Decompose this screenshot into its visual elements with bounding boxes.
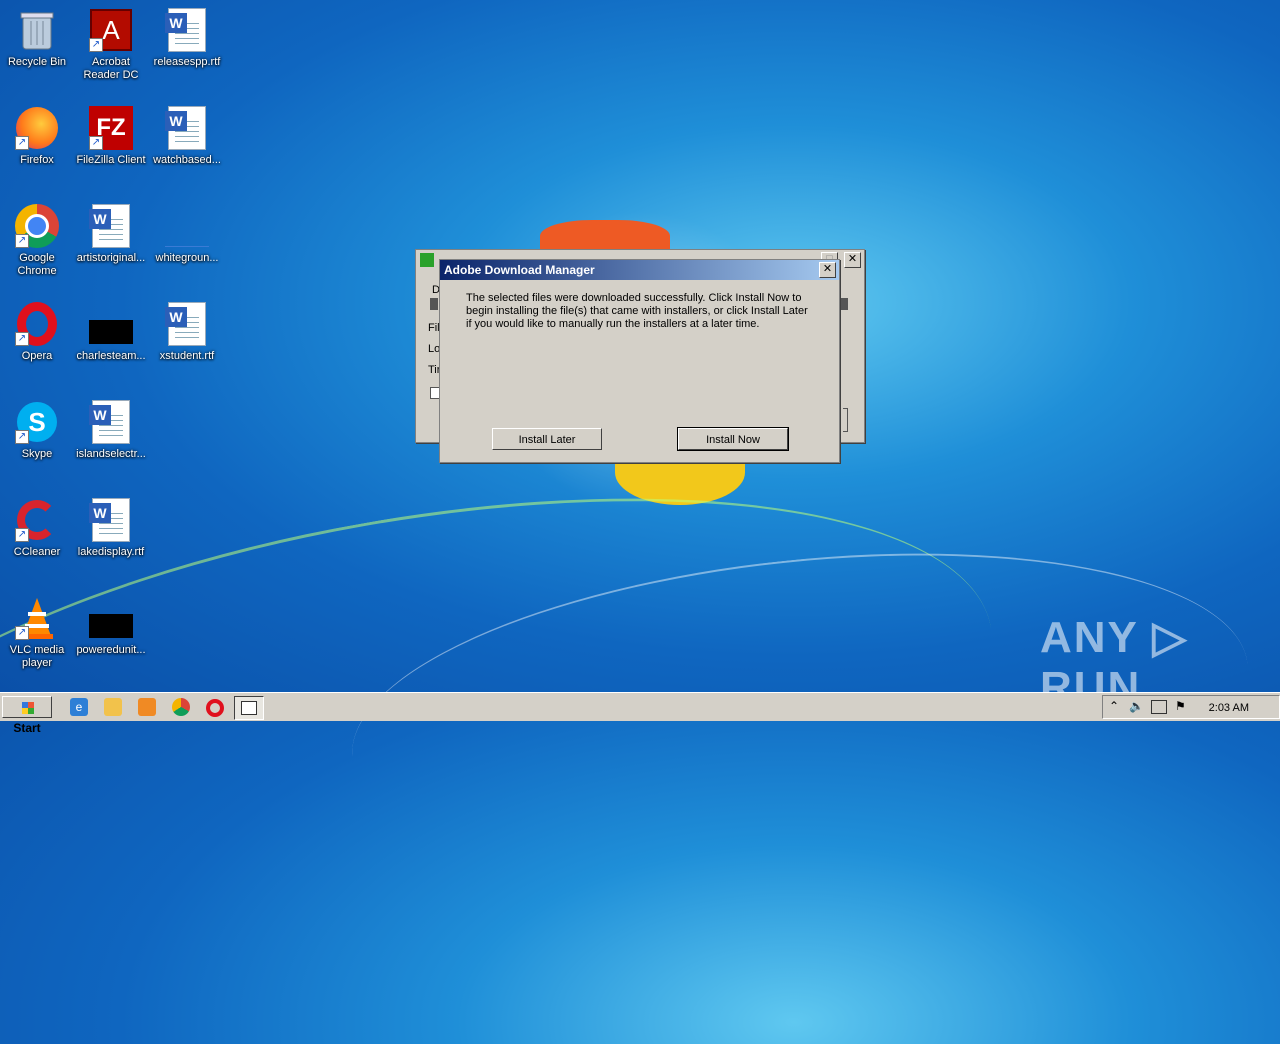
desktop-icon-filezilla[interactable]: FZ ↗ FileZilla Client [74,106,148,167]
hidden-label: Fil [428,322,440,334]
shortcut-arrow-icon: ↗ [15,528,29,542]
icon-label: artistoriginal... [76,252,146,264]
window-icon [241,701,257,715]
adobe-download-manager-dialog[interactable]: Adobe Download Manager ✕ The selected fi… [439,259,840,463]
icon-label: watchbased... [153,154,221,166]
desktop-icon-ccleaner[interactable]: ↗ CCleaner [0,498,74,559]
icon-label: Firefox [20,154,54,166]
desktop-icon-opera[interactable]: ↗ Opera [0,302,74,363]
icon-label: poweredunit... [76,644,146,656]
word-document-icon: W [89,498,133,542]
install-now-button[interactable]: Install Now [677,427,789,451]
desktop-icon-xstudent[interactable]: W xstudent.rtf [150,302,224,363]
chrome-icon: ↗ [15,204,59,248]
icon-label: Acrobat Reader DC [83,56,139,81]
desktop-icon-releasespp[interactable]: W releasespp.rtf [150,8,224,69]
desktop-icon-charlesteam[interactable]: charlesteam... [74,302,148,363]
vlc-icon: ↗ [15,596,59,640]
clock[interactable]: 2:03 AM [1209,702,1249,714]
desktop-icon-islandselectr[interactable]: W islandselectr... [74,400,148,461]
desktop-icon-whitegroun[interactable]: whitegroun... [150,204,224,265]
shortcut-arrow-icon: ↗ [89,38,103,52]
word-document-icon: W [89,204,133,248]
icon-label: charlesteam... [76,350,146,362]
icon-label: Google Chrome [17,252,57,277]
word-document-icon: W [165,8,209,52]
desktop-icon-acrobat[interactable]: A ↗ Acrobat Reader DC [74,8,148,82]
chrome-taskbar-icon[interactable] [172,698,190,716]
ccleaner-icon: ↗ [15,498,59,542]
close-icon[interactable]: ✕ [819,262,836,278]
icon-label: xstudent.rtf [159,350,215,362]
desktop-icon-firefox[interactable]: ↗ Firefox [0,106,74,167]
firefox-icon: ↗ [15,106,59,150]
icon-label: CCleaner [13,546,61,558]
download-arrow-icon [420,253,434,267]
opera-taskbar-icon[interactable] [206,699,224,717]
filezilla-icon: FZ ↗ [89,106,133,150]
network-icon[interactable] [1151,700,1167,714]
shortcut-arrow-icon: ↗ [89,136,103,150]
shortcut-arrow-icon: ↗ [15,332,29,346]
internet-explorer-icon[interactable]: e [70,698,88,716]
dialog-titlebar[interactable]: Adobe Download Manager ✕ [440,260,839,280]
media-player-icon[interactable] [138,698,156,716]
black-thumbnail-icon [89,596,133,640]
volume-icon[interactable]: 🔈 [1129,699,1144,713]
skype-icon: S ↗ [15,400,59,444]
word-document-icon: W [89,400,133,444]
desktop-icon-lakedisplay[interactable]: W lakedisplay.rtf [74,498,148,559]
icon-label: FileZilla Client [76,154,146,166]
icon-label: Opera [21,350,53,362]
dialog-message: The selected files were downloaded succe… [466,292,808,330]
shortcut-arrow-icon: ↗ [15,136,29,150]
word-document-icon: W [165,302,209,346]
download-manager-taskbar-button[interactable] [234,696,264,720]
shortcut-arrow-icon: ↗ [15,430,29,444]
icon-label: VLC media player [9,644,65,669]
progress-bar-right [840,298,848,310]
taskbar: Start e ⌃ 🔈 ⚑ 2:03 AM [0,692,1280,735]
icon-label: islandselectr... [76,448,146,460]
icon-label: lakedisplay.rtf [77,546,145,558]
recycle-bin-icon [15,8,59,52]
icon-label: Skype [21,448,53,460]
desktop-icon-watchbased[interactable]: W watchbased... [150,106,224,167]
black-thumbnail-icon [89,302,133,346]
file-explorer-icon[interactable] [104,698,122,716]
desktop-icon-skype[interactable]: S ↗ Skype [0,400,74,461]
tray-expand-icon[interactable]: ⌃ [1109,699,1119,713]
icon-label: Recycle Bin [7,56,67,68]
opera-icon: ↗ [15,302,59,346]
word-document-icon: W [165,106,209,150]
desktop-icon-recycle-bin[interactable]: Recycle Bin [0,8,74,69]
icon-label: releasespp.rtf [153,56,221,68]
desktop-icon-artistoriginal[interactable]: W artistoriginal... [74,204,148,265]
install-later-button[interactable]: Install Later [492,428,602,450]
windows-logo-icon [21,702,34,714]
desktop-icon-poweredunit[interactable]: poweredunit... [74,596,148,657]
acrobat-icon: A ↗ [89,8,133,52]
desktop-icon-vlc[interactable]: ↗ VLC media player [0,596,74,670]
desktop-icon-chrome[interactable]: ↗ Google Chrome [0,204,74,278]
shortcut-arrow-icon: ↗ [15,234,29,248]
action-center-flag-icon[interactable]: ⚑ [1175,699,1186,713]
icon-label: whitegroun... [155,252,219,264]
hidden-button-edge [843,408,848,432]
close-icon[interactable]: ✕ [844,252,861,268]
start-button[interactable]: Start [2,696,52,735]
dialog-title: Adobe Download Manager [444,263,595,277]
blank-file-icon [165,204,209,248]
start-label: Start [13,721,41,735]
shortcut-arrow-icon: ↗ [15,626,29,640]
progress-bar-left [430,298,438,310]
system-tray: ⌃ 🔈 ⚑ 2:03 AM [1102,695,1280,719]
